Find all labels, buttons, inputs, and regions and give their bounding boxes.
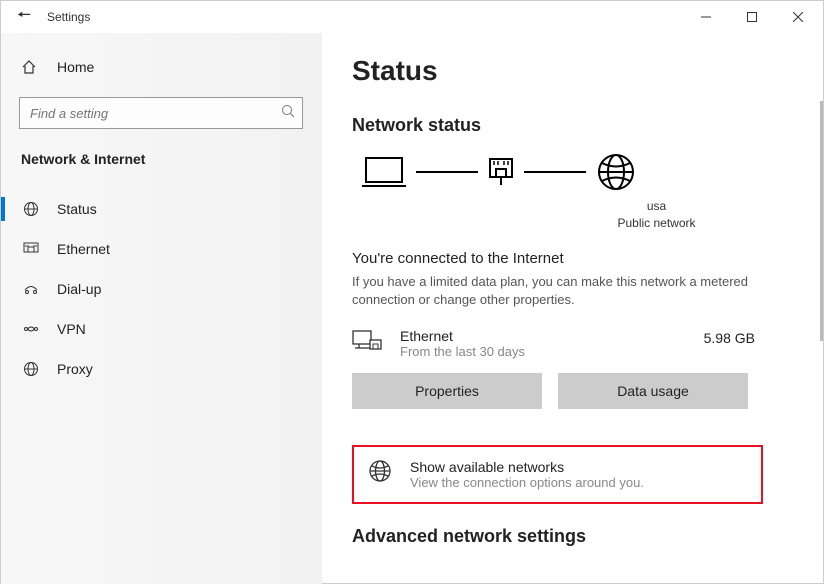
sidebar-home-label: Home — [57, 59, 94, 75]
diagram-labels: usa Public network — [490, 198, 823, 232]
sidebar-home[interactable]: Home — [1, 51, 321, 83]
show-networks-title: Show available networks — [410, 459, 644, 475]
show-available-networks[interactable]: Show available networks View the connect… — [352, 445, 763, 504]
data-usage-button[interactable]: Data usage — [558, 373, 748, 409]
sidebar-item-label: Dial-up — [57, 281, 101, 297]
globe-icon — [368, 459, 396, 483]
search-icon — [281, 104, 295, 118]
adapter-label: usa — [490, 198, 823, 215]
back-button[interactable]: 🠔 — [3, 4, 45, 31]
connection-period: From the last 30 days — [400, 344, 525, 359]
show-networks-subtitle: View the connection options around you. — [410, 475, 644, 490]
connected-heading: You're connected to the Internet — [352, 250, 823, 267]
vpn-icon — [21, 321, 41, 337]
sidebar-item-dialup[interactable]: Dial-up — [1, 269, 321, 309]
ethernet-icon — [21, 241, 41, 257]
minimize-button[interactable] — [683, 1, 729, 33]
sidebar-item-label: VPN — [57, 321, 86, 337]
network-status-title: Network status — [352, 115, 823, 136]
main-content: Status Network status usa Public network… — [322, 33, 823, 584]
sidebar-item-proxy[interactable]: Proxy — [1, 349, 321, 389]
advanced-settings-title: Advanced network settings — [352, 526, 823, 547]
window-controls — [683, 1, 821, 33]
properties-button[interactable]: Properties — [352, 373, 542, 409]
close-button[interactable] — [775, 1, 821, 33]
connection-row: Ethernet From the last 30 days 5.98 GB — [352, 328, 823, 359]
sidebar: Home Network & Internet Status Ethernet … — [1, 33, 322, 584]
page-title: Status — [352, 55, 823, 87]
window-title: Settings — [47, 10, 90, 24]
sidebar-item-label: Proxy — [57, 361, 93, 377]
home-icon — [21, 59, 41, 75]
sidebar-item-status[interactable]: Status — [1, 189, 321, 229]
globe-icon — [596, 152, 636, 192]
network-diagram — [352, 152, 823, 192]
search-input[interactable] — [19, 97, 303, 129]
sidebar-category: Network & Internet — [1, 151, 321, 167]
connection-line — [416, 171, 478, 173]
connection-line — [524, 171, 586, 173]
connection-usage: 5.98 GB — [704, 328, 823, 346]
sidebar-item-vpn[interactable]: VPN — [1, 309, 321, 349]
sidebar-item-label: Status — [57, 201, 97, 217]
globe-icon — [21, 201, 41, 217]
titlebar: 🠔 Settings — [1, 1, 823, 33]
computer-icon — [362, 155, 406, 189]
adapter-icon — [488, 157, 514, 187]
ethernet-adapter-icon — [352, 328, 388, 354]
maximize-button[interactable] — [729, 1, 775, 33]
sidebar-item-label: Ethernet — [57, 241, 110, 257]
network-type-label: Public network — [490, 215, 823, 232]
connected-description: If you have a limited data plan, you can… — [352, 273, 772, 311]
search-container — [19, 97, 303, 129]
globe-icon — [21, 361, 41, 377]
dialup-icon — [21, 281, 41, 297]
button-row: Properties Data usage — [352, 373, 823, 409]
scrollbar[interactable] — [820, 101, 823, 341]
connection-name: Ethernet — [400, 328, 525, 344]
sidebar-item-ethernet[interactable]: Ethernet — [1, 229, 321, 269]
